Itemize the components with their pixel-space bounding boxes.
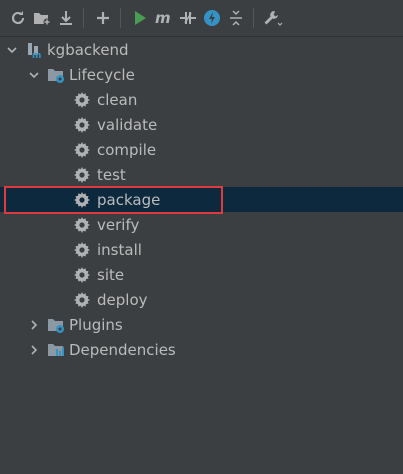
goal-label: compile	[97, 140, 157, 159]
download-sources-icon[interactable]	[55, 7, 77, 29]
plugins-label: Plugins	[69, 315, 123, 334]
toggle-offline-icon[interactable]	[177, 7, 199, 29]
lifecycle-goal-validate[interactable]: validate	[0, 112, 403, 137]
gear-icon	[74, 166, 90, 183]
goal-label: validate	[97, 115, 158, 134]
skip-tests-icon[interactable]	[201, 7, 223, 29]
gear-icon	[74, 116, 90, 133]
chevron-down-icon[interactable]	[6, 44, 18, 56]
toolbar-separator	[83, 8, 84, 28]
plugins-folder-icon	[47, 316, 65, 334]
maven-project-icon: m	[25, 41, 43, 59]
toolbar-separator	[120, 8, 121, 28]
lifecycle-goal-install[interactable]: install	[0, 237, 403, 262]
lifecycle-label: Lifecycle	[69, 65, 135, 84]
chevron-down-icon[interactable]	[28, 69, 40, 81]
gear-icon	[74, 91, 90, 108]
lifecycle-goal-package[interactable]: package	[0, 187, 403, 212]
lifecycle-goal-verify[interactable]: verify	[0, 212, 403, 237]
goal-label: clean	[97, 90, 138, 109]
gear-icon	[74, 141, 90, 158]
gear-icon	[74, 216, 90, 233]
chevron-right-icon[interactable]	[28, 344, 40, 356]
goal-label: verify	[97, 215, 140, 234]
collapse-all-icon[interactable]	[225, 7, 247, 29]
dependencies-folder-icon	[47, 341, 65, 359]
run-icon[interactable]	[129, 7, 151, 29]
project-label: kgbackend	[47, 40, 129, 59]
goal-label: deploy	[97, 290, 148, 309]
lifecycle-goal-deploy[interactable]: deploy	[0, 287, 403, 312]
lifecycle-goal-site[interactable]: site	[0, 262, 403, 287]
tree-node-plugins[interactable]: Plugins	[0, 312, 403, 337]
goal-label: site	[97, 265, 125, 284]
svg-text:m: m	[32, 51, 41, 59]
tree-node-project[interactable]: m kgbackend	[0, 37, 403, 62]
lifecycle-goal-compile[interactable]: compile	[0, 137, 403, 162]
gear-icon	[74, 291, 90, 308]
maven-goal-icon[interactable]: m	[153, 7, 175, 29]
chevron-right-icon[interactable]	[28, 319, 40, 331]
toolbar-separator	[253, 8, 254, 28]
lifecycle-goal-test[interactable]: test	[0, 162, 403, 187]
reload-icon[interactable]	[7, 7, 29, 29]
plus-icon[interactable]	[92, 7, 114, 29]
add-project-icon[interactable]	[31, 7, 53, 29]
gear-icon	[74, 191, 90, 208]
lifecycle-folder-icon	[47, 66, 65, 84]
tree-node-dependencies[interactable]: Dependencies	[0, 337, 403, 362]
gear-icon	[74, 241, 90, 258]
dependencies-label: Dependencies	[69, 340, 176, 359]
tree-node-lifecycle[interactable]: Lifecycle	[0, 62, 403, 87]
lifecycle-goal-clean[interactable]: clean	[0, 87, 403, 112]
settings-wrench-icon[interactable]	[262, 7, 284, 29]
svg-text:m: m	[155, 10, 171, 26]
goal-label: install	[97, 240, 142, 259]
gear-icon	[74, 266, 90, 283]
goal-label: package	[97, 190, 161, 209]
goal-label: test	[97, 165, 126, 184]
maven-toolbar: m	[0, 0, 403, 37]
